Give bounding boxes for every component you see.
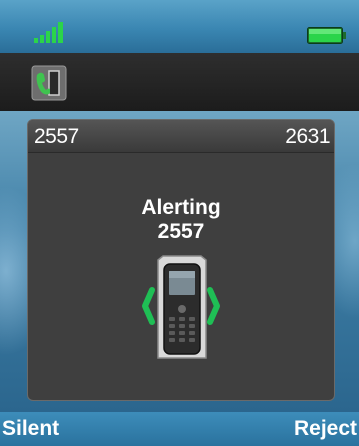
battery-icon <box>307 27 346 44</box>
phone-screen: 2557 2631 Alerting 2557 Silent Reject <box>0 0 359 446</box>
local-extension: 2557 <box>34 125 79 148</box>
call-panel-header: 2557 2631 <box>28 120 334 153</box>
signal-strength-icon <box>34 22 63 43</box>
softkey-bar: Silent Reject <box>0 412 359 446</box>
call-screen-background: 2557 2631 Alerting 2557 <box>0 111 359 412</box>
remote-extension: 2631 <box>285 125 330 148</box>
call-status-label: Alerting <box>141 196 221 219</box>
reject-softkey[interactable]: Reject <box>294 415 357 443</box>
ringing-phone-icon <box>142 255 220 359</box>
caller-number: 2557 <box>157 220 205 243</box>
silent-softkey[interactable]: Silent <box>2 415 59 443</box>
call-panel: 2557 2631 Alerting 2557 <box>27 119 335 401</box>
toolbar <box>0 53 359 111</box>
handset-door-icon[interactable] <box>31 65 67 101</box>
status-bar <box>0 0 359 53</box>
